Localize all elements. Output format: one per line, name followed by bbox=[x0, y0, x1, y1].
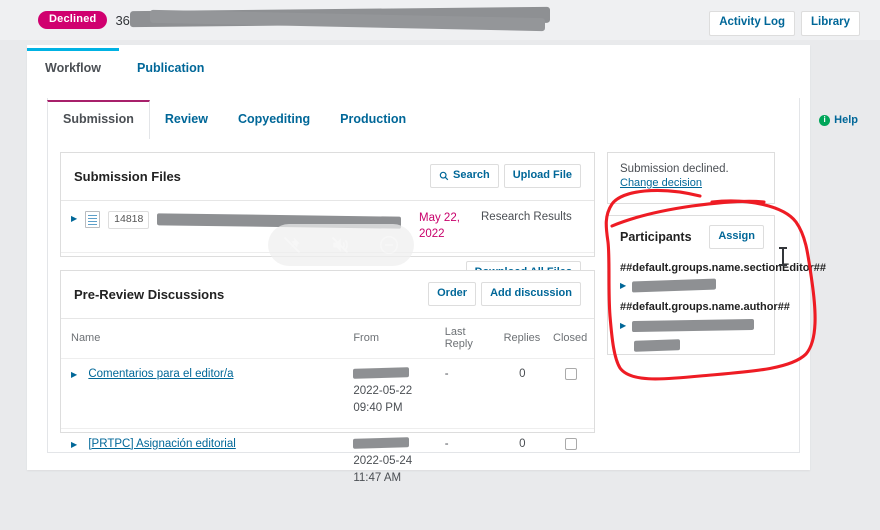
submission-files-title: Submission Files bbox=[74, 168, 181, 184]
table-row[interactable]: ▶ [PRTPC] Asignación editorial 2022-05-2… bbox=[61, 428, 594, 497]
add-discussion-button[interactable]: Add discussion bbox=[481, 282, 581, 306]
activity-log-button[interactable]: Activity Log bbox=[709, 11, 795, 36]
table-row[interactable]: ▶ Comentarios para el editor/a 2022-05-2… bbox=[61, 358, 594, 429]
discussions-title: Pre-Review Discussions bbox=[74, 286, 225, 302]
discussions-table-head: Name From Last Reply Replies Closed bbox=[61, 319, 594, 359]
expander-triangle-icon[interactable]: ▶ bbox=[620, 321, 626, 330]
closed-checkbox[interactable] bbox=[564, 368, 577, 380]
discussion-replies-count: 0 bbox=[497, 358, 548, 429]
closed-checkbox[interactable] bbox=[564, 437, 577, 450]
discussion-from-time: 11:47 AM bbox=[353, 471, 402, 484]
search-files-label: Search bbox=[453, 169, 490, 181]
primary-tabs: Workflow Publication bbox=[27, 48, 222, 87]
top-header-bar: Declined 3612 / Activity Log Library bbox=[0, 0, 880, 40]
participants-header: Participants Assign bbox=[608, 216, 774, 259]
order-discussions-button[interactable]: Order bbox=[428, 282, 477, 306]
discussion-from-cell: 2022-05-22 09:40 PM bbox=[347, 358, 439, 429]
discussion-replies-count: 0 bbox=[519, 437, 526, 450]
decision-panel: Submission declined. Change decision bbox=[607, 152, 775, 204]
redacted-file-name bbox=[157, 213, 402, 229]
table-row[interactable]: ▶ 14818 May 22, 2022 Research Results bbox=[61, 201, 594, 254]
tab-production[interactable]: Production bbox=[325, 100, 421, 139]
participant-group-label: ##default.groups.name.author## bbox=[620, 301, 790, 314]
redacted-participant-name bbox=[632, 278, 717, 293]
discussion-link[interactable]: [PRTPC] Asignación editorial bbox=[88, 438, 235, 450]
help-button[interactable]: i Help bbox=[819, 114, 858, 126]
tab-publication[interactable]: Publication bbox=[119, 48, 222, 87]
upload-file-button[interactable]: Upload File bbox=[503, 164, 581, 188]
library-button[interactable]: Library bbox=[801, 11, 860, 36]
discussions-table-body: ▶ Comentarios para el editor/a 2022-05-2… bbox=[61, 358, 594, 498]
discussion-link[interactable]: Comentarios para el editor/a bbox=[88, 368, 233, 380]
decision-status-text: Submission declined. bbox=[620, 163, 729, 175]
list-item[interactable]: ▶ bbox=[620, 278, 764, 293]
discussion-from-cell: 2022-05-24 11:47 AM bbox=[347, 428, 438, 497]
participants-title: Participants bbox=[620, 230, 692, 244]
discussion-name-cell: ▶ Comentarios para el editor/a bbox=[61, 358, 348, 429]
discussion-last-reply: - bbox=[444, 437, 449, 450]
discussion-name-cell: ▶ [PRTPC] Asignación editorial bbox=[61, 428, 347, 497]
discussions-header: Pre-Review Discussions Order Add discuss… bbox=[61, 271, 594, 319]
participants-list: ##default.groups.name.sectionEditor## ▶ … bbox=[608, 261, 826, 368]
info-icon: i bbox=[819, 114, 831, 126]
file-name-link[interactable] bbox=[157, 211, 419, 231]
header-actions: Activity Log Library bbox=[709, 11, 860, 36]
redacted-participant-name bbox=[634, 338, 680, 352]
status-badge: Declined bbox=[38, 11, 108, 29]
redacted-participant-name bbox=[632, 318, 755, 332]
help-label: Help bbox=[834, 114, 858, 126]
search-files-button[interactable]: Search bbox=[430, 164, 499, 188]
column-header-replies: Replies bbox=[497, 319, 548, 359]
column-header-closed: Closed bbox=[547, 319, 594, 359]
column-header-last-reply: Last Reply bbox=[438, 319, 498, 359]
submission-files-panel: Submission Files Search Upload File ▶ 14… bbox=[60, 152, 595, 286]
participant-group-label: ##default.groups.name.sectionEditor## bbox=[620, 262, 826, 274]
expander-triangle-icon[interactable]: ▶ bbox=[71, 440, 77, 449]
tab-review[interactable]: Review bbox=[150, 100, 223, 139]
column-header-name: Name bbox=[61, 319, 348, 359]
file-id: 14818 bbox=[108, 211, 150, 229]
discussion-from-date: 2022-05-22 bbox=[353, 385, 413, 397]
app-window: Declined 3612 / Activity Log Library Wor… bbox=[0, 0, 880, 530]
assign-participant-button[interactable]: Assign bbox=[709, 225, 764, 249]
discussions-table: Name From Last Reply Replies Closed ▶ Co… bbox=[61, 319, 594, 497]
list-item[interactable]: ▶ bbox=[620, 318, 764, 332]
discussion-closed-cell bbox=[547, 358, 594, 429]
discussion-from-date: 2022-05-24 bbox=[353, 454, 413, 467]
submission-files-actions: Search Upload File bbox=[430, 164, 581, 188]
document-icon bbox=[85, 211, 101, 228]
table-header-row: Name From Last Reply Replies Closed bbox=[61, 319, 594, 359]
expander-triangle-icon[interactable]: ▶ bbox=[71, 215, 77, 223]
change-decision-link[interactable]: Change decision bbox=[608, 177, 774, 199]
pre-review-discussions-panel: Pre-Review Discussions Order Add discuss… bbox=[60, 270, 595, 484]
participants-panel: Participants Assign ##default.groups.nam… bbox=[607, 215, 826, 355]
text-cursor bbox=[779, 247, 787, 266]
tab-workflow[interactable]: Workflow bbox=[27, 48, 120, 87]
column-header-from: From bbox=[347, 319, 439, 359]
redacted-user-name bbox=[353, 436, 410, 449]
expander-triangle-icon[interactable]: ▶ bbox=[620, 282, 626, 290]
redacted-user-name bbox=[353, 367, 410, 379]
magnifier-icon bbox=[439, 171, 449, 180]
submission-files-header: Submission Files Search Upload File bbox=[61, 153, 594, 201]
discussion-last-reply: - bbox=[438, 358, 498, 429]
expander-triangle-icon[interactable]: ▶ bbox=[71, 370, 77, 379]
list-item[interactable] bbox=[620, 338, 764, 352]
discussion-closed-cell bbox=[547, 428, 594, 497]
tab-submission[interactable]: Submission bbox=[47, 100, 150, 139]
stage-tabs: Submission Review Copyediting Production bbox=[47, 100, 421, 139]
file-date: May 22, 2022 bbox=[419, 212, 460, 240]
tab-copyediting[interactable]: Copyediting bbox=[223, 100, 325, 139]
file-genre: Research Results bbox=[481, 211, 572, 223]
discussion-from-time: 09:40 PM bbox=[353, 402, 403, 415]
discussions-actions: Order Add discussion bbox=[428, 282, 581, 306]
